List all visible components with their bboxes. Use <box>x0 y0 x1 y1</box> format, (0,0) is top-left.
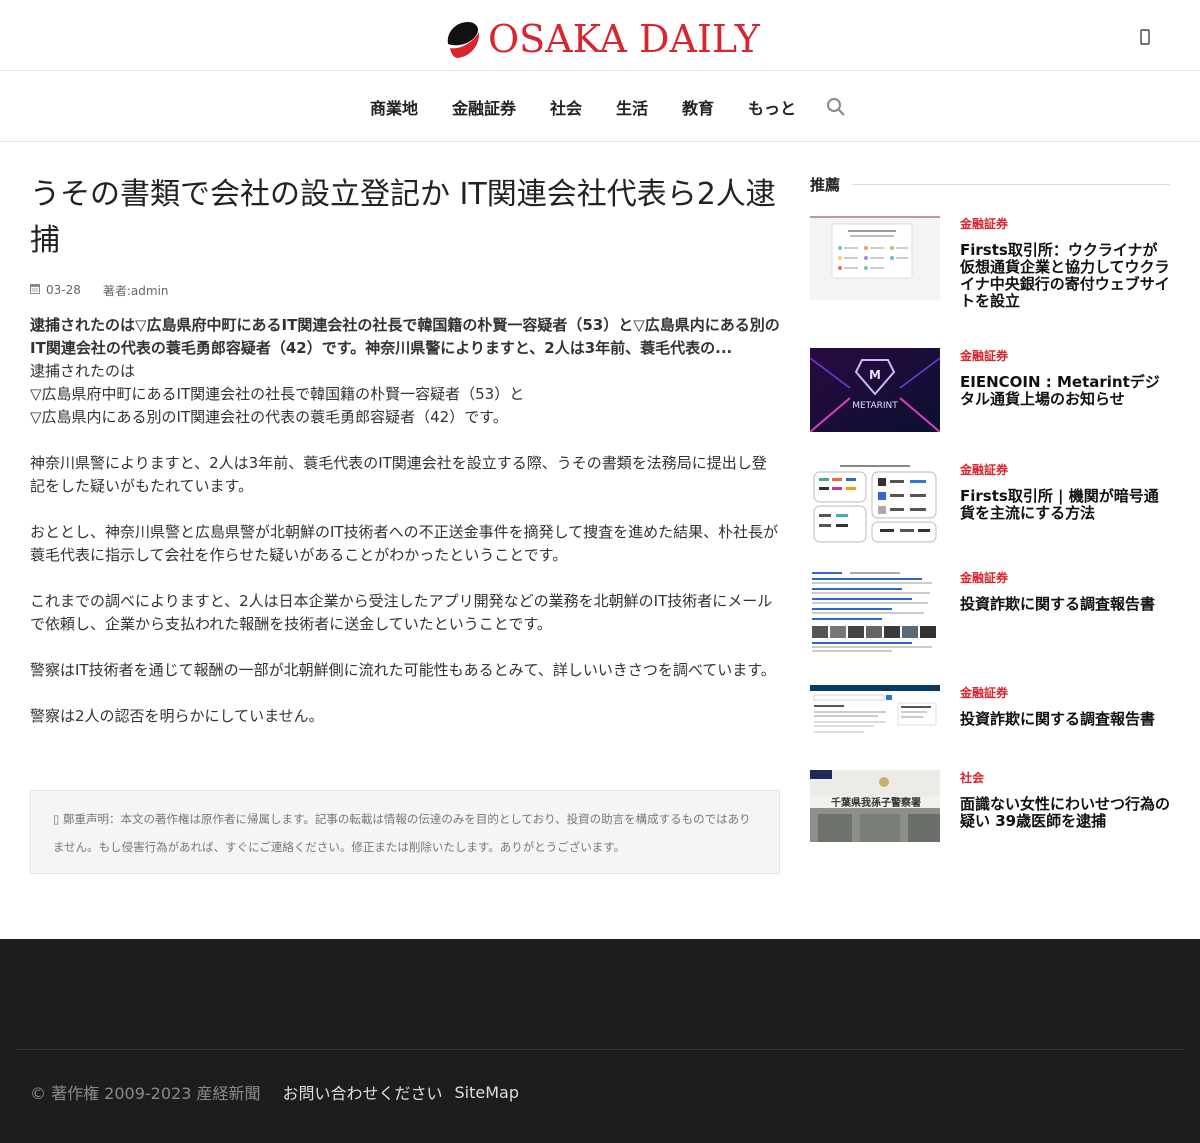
category-label[interactable]: 金融証券 <box>960 216 1172 232</box>
article-title: うその書類で会社の設立登記か IT関連会社代表ら2人逮捕 <box>30 177 776 258</box>
nav-item-finance[interactable]: 金融証券 <box>452 95 516 119</box>
body-line: ▽広島県府中町にあるIT関連会社の社長で韓国籍の朴賢一容疑者（53）と <box>30 385 525 403</box>
calendar-icon <box>30 283 40 297</box>
notice-icon: ▯ <box>53 812 63 826</box>
body-paragraph: これまでの調べによりますと、2人は日本企業から受注したアプリ開発などの業務を北朝… <box>30 592 773 633</box>
nav-item-education[interactable]: 教育 <box>682 95 714 119</box>
nav-item-more[interactable]: もっと <box>748 95 796 119</box>
article-thumbnail[interactable]: 千葉県我孫子警察署 <box>810 770 940 842</box>
logo-mark-icon <box>447 22 480 58</box>
recommended-title[interactable]: Firsts取引所：ウクライナが仮想通貨企業と協力してウクライナ中央銀行の寄付ウ… <box>960 242 1172 310</box>
body-paragraph: おととし、神奈川県警と広島県警が北朝鮮のIT技術者への不正送金事件を摘発して捜査… <box>30 523 779 564</box>
search-icon[interactable] <box>825 96 847 118</box>
article-thumbnail[interactable] <box>810 216 940 300</box>
article-author[interactable]: 著者:admin <box>103 282 169 299</box>
recommended-text: 金融証券 投資詐欺に関する調査報告書 <box>960 570 1172 613</box>
category-label[interactable]: 社会 <box>960 770 1172 786</box>
category-label[interactable]: 金融証券 <box>960 685 1172 701</box>
nav-item-society[interactable]: 社会 <box>550 95 582 119</box>
sitemap-link[interactable]: SiteMap <box>455 1083 519 1102</box>
article-lead: 逮捕されたのは▽広島県府中町にあるIT関連会社の社長で韓国籍の朴賢一容疑者（53… <box>30 316 780 357</box>
sidebar-heading: 推薦 <box>810 170 1170 198</box>
recommended-text: 社会 面識ない女性にわいせつ行為の疑い 39歳医師を逮捕 <box>960 770 1172 830</box>
category-label[interactable]: 金融証券 <box>960 570 1172 586</box>
recommended-title[interactable]: EIENCOIN : Metarintデジタル通貨上場のお知らせ <box>960 374 1172 408</box>
article-meta: 03-28 著者:admin <box>30 280 780 300</box>
category-label[interactable]: 金融証券 <box>960 348 1172 364</box>
article-thumbnail[interactable] <box>810 570 940 654</box>
recommended-title[interactable]: 投資詐欺に関する調査報告書 <box>960 596 1172 613</box>
divider <box>15 1049 1185 1050</box>
site-footer: © 著作権 2009-2023 産経新聞 お問い合わせください SiteMap <box>0 939 1200 1143</box>
category-label[interactable]: 金融証券 <box>960 462 1172 478</box>
recommended-text: 金融証券 Firsts取引所：ウクライナが仮想通貨企業と協力してウクライナ中央銀… <box>960 216 1172 310</box>
divider <box>852 183 1170 185</box>
copyright-notice: ▯ 鄭重声明：本文の著作権は原作者に帰属します。記事の転載は情報の伝達のみを目的… <box>30 790 780 874</box>
sidebar-recommended: 推薦 金融証券 Firsts取引所：ウクライナが仮想通貨企業と協力してウクライナ… <box>810 170 1170 842</box>
recommended-title[interactable]: 面識ない女性にわいせつ行為の疑い 39歳医師を逮捕 <box>960 796 1172 830</box>
article-body: 逮捕されたのは ▽広島県府中町にあるIT関連会社の社長で韓国籍の朴賢一容疑者（5… <box>30 360 780 728</box>
copyright-text: © 著作権 2009-2023 産経新聞 <box>30 1084 261 1103</box>
body-line: 逮捕されたのは <box>30 362 136 380</box>
nav-item-commercial[interactable]: 商業地 <box>370 95 418 119</box>
thumbnail-text: 千葉県我孫子警察署 <box>831 796 921 809</box>
body-paragraph: 神奈川県警によりますと、2人は3年前、蓑毛代表のIT関連会社を設立する際、うその… <box>30 454 767 495</box>
article-thumbnail[interactable] <box>810 462 940 546</box>
svg-text:M: M <box>869 368 881 382</box>
main-nav: 商業地 金融証券 社会 生活 教育 もっと <box>0 71 1200 142</box>
thumbnail-text: METARINT <box>852 401 898 411</box>
article: うその書類で会社の設立登記か IT関連会社代表ら2人逮捕 03-28 著者:ad… <box>30 172 780 874</box>
recommended-title[interactable]: 投資詐欺に関する調査報告書 <box>960 711 1172 728</box>
article-date: 03-28 <box>46 283 81 297</box>
article-thumbnail[interactable]: M METARINT <box>810 348 940 432</box>
user-icon[interactable] <box>1134 24 1156 50</box>
recommended-text: 金融証券 Firsts取引所 | 機関が暗号通貨を主流にする方法 <box>960 462 1172 522</box>
site-logo[interactable]: OSAKA DAILY <box>444 16 760 62</box>
nav-item-life[interactable]: 生活 <box>616 95 648 119</box>
notice-text: 鄭重声明：本文の著作権は原作者に帰属します。記事の転載は情報の伝達のみを目的とし… <box>53 812 751 854</box>
recommended-text: 金融証券 EIENCOIN : Metarintデジタル通貨上場のお知らせ <box>960 348 1172 408</box>
footer-bottom: © 著作権 2009-2023 産経新聞 お問い合わせください SiteMap <box>30 1080 519 1104</box>
recommended-title[interactable]: Firsts取引所 | 機関が暗号通貨を主流にする方法 <box>960 488 1172 522</box>
body-paragraph: 警察はIT技術者を通じて報酬の一部が北朝鮮側に流れた可能性もあるとみて、詳しいい… <box>30 661 776 679</box>
site-header: OSAKA DAILY <box>0 0 1200 71</box>
logo-text: OSAKA DAILY <box>488 17 760 61</box>
recommended-text: 金融証券 投資詐欺に関する調査報告書 <box>960 685 1172 728</box>
body-paragraph: 警察は2人の認否を明らかにしていません。 <box>30 707 324 725</box>
sidebar-heading-label: 推薦 <box>810 175 841 194</box>
contact-link[interactable]: お問い合わせください <box>282 1080 442 1104</box>
article-thumbnail[interactable] <box>810 685 940 741</box>
body-line: ▽広島県内にある別のIT関連会社の代表の蓑毛勇郎容疑者（42）です。 <box>30 408 508 426</box>
main-navigation-bar: 商業地 金融証券 社会 生活 教育 もっと <box>0 71 1200 142</box>
